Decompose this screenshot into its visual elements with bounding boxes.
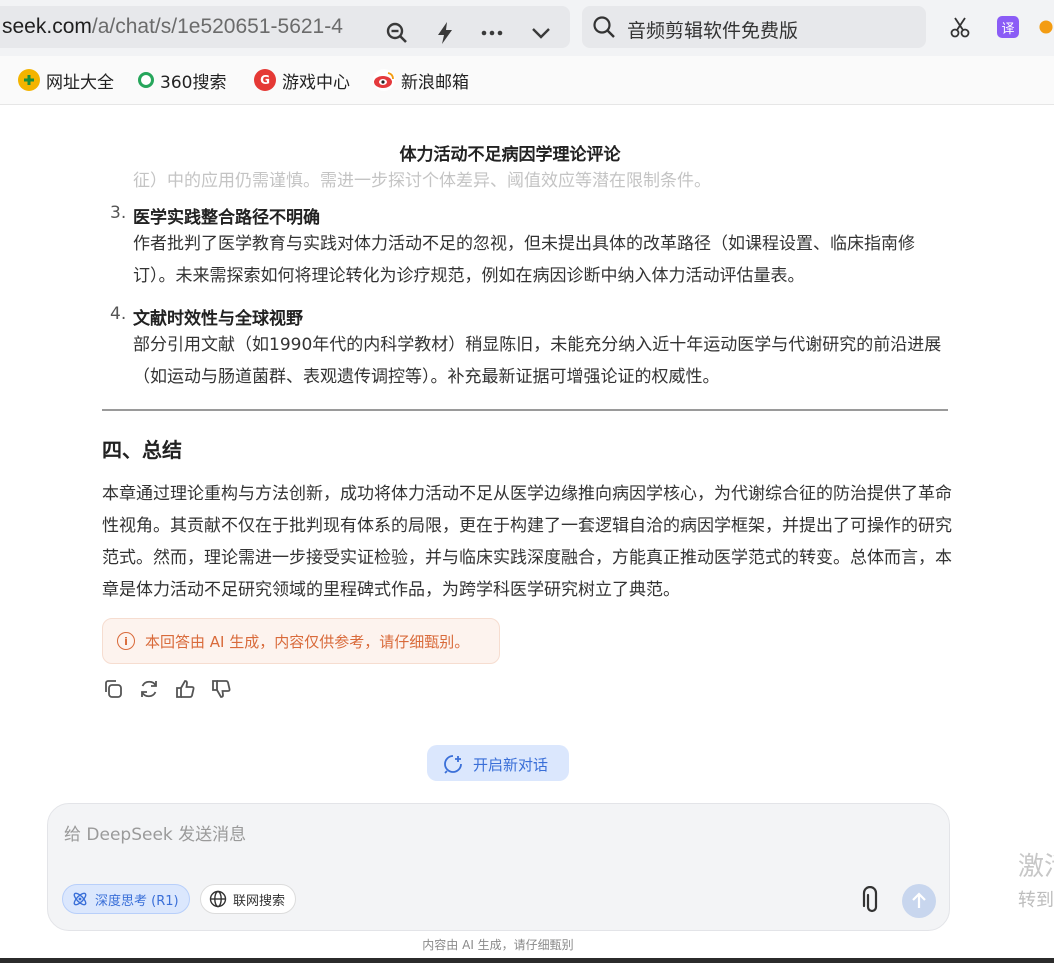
browser-search-box[interactable]: 音频剪辑软件免费版 (582, 6, 926, 48)
thumbs-up-icon[interactable] (174, 678, 198, 702)
bookmark-item[interactable]: 网址大全 (18, 68, 114, 93)
zoom-icon[interactable] (380, 14, 414, 52)
summary-paragraph: 本章通过理论重构与方法创新，成功将体力活动不足从医学边缘推向病因学核心，为代谢综… (102, 484, 952, 600)
windows-activation-subtext: 转到 (1018, 890, 1054, 911)
ai-notice-text: 本回答由 AI 生成，内容仅供参考，请仔细甄别。 (145, 633, 470, 651)
atom-icon (73, 892, 87, 906)
chevron-down-icon[interactable] (524, 14, 558, 52)
plus-circle-icon (18, 69, 40, 91)
arrow-up-icon (912, 892, 926, 908)
message-composer[interactable]: 给 DeepSeek 发送消息 深度思考 (R1) 联网搜索 (47, 803, 950, 931)
search-query[interactable]: 音频剪辑软件免费版 (627, 16, 798, 43)
web-search-label: 联网搜索 (233, 893, 286, 909)
list-item-body: 作者批判了医学教育与实践对体力活动不足的忽视，但未提出具体的改革路径（如课程设置… (133, 234, 915, 286)
bookmark-item[interactable]: 新浪邮箱 (373, 68, 469, 93)
bookmarks-bar: 网址大全 360搜索 G 游戏中心 新浪邮箱 (0, 56, 1054, 105)
copy-icon[interactable] (102, 678, 126, 702)
ring-icon (138, 72, 154, 88)
regenerate-icon[interactable] (138, 678, 162, 702)
search-icon (592, 15, 616, 39)
info-icon: i (117, 632, 135, 650)
more-icon[interactable] (475, 14, 509, 52)
bookmark-item[interactable]: G 游戏中心 (254, 68, 350, 93)
address-bar[interactable]: seek.com/a/chat/s/1e520651-5621-4 (0, 6, 570, 48)
lightning-icon[interactable] (428, 14, 462, 52)
new-chat-button[interactable]: 开启新对话 (427, 745, 569, 781)
weibo-eye-icon (373, 69, 395, 91)
list-item-heading: 文献时效性与全球视野 (133, 309, 303, 329)
deep-think-label: 深度思考 (R1) (95, 893, 179, 909)
extension-icon[interactable] (1038, 10, 1054, 44)
doc-title: 体力活动不足病因学理论评论 (399, 145, 621, 165)
divider (102, 409, 948, 411)
window-bottom-edge (0, 958, 1054, 963)
footer-note: 内容由 AI 生成，请仔细甄别 (422, 938, 574, 952)
section-heading: 四、总结 (102, 438, 182, 462)
translate-icon: 译 (997, 16, 1019, 38)
scissors-icon[interactable] (945, 10, 975, 44)
thumbs-down-icon[interactable] (210, 678, 234, 702)
address-url[interactable]: seek.com/a/chat/s/1e520651-5621-4 (2, 15, 372, 39)
ai-notice: i 本回答由 AI 生成，内容仅供参考，请仔细甄别。 (102, 618, 500, 664)
translate-button[interactable]: 译 (993, 10, 1023, 44)
browser-toolbar: seek.com/a/chat/s/1e520651-5621-4 音频剪辑软件… (0, 0, 1054, 56)
list-item-heading: 医学实践整合路径不明确 (133, 208, 320, 228)
list-item-body: 部分引用文献（如1990年代的内科学教材）稍显陈旧，未能充分纳入近十年运动医学与… (133, 335, 942, 387)
bookmark-item[interactable]: 360搜索 (138, 68, 226, 93)
attach-icon[interactable] (858, 885, 884, 914)
message-input[interactable]: 给 DeepSeek 发送消息 (64, 820, 246, 845)
windows-activation-text: 激活 (1018, 852, 1054, 882)
list-number: 3. (110, 203, 127, 223)
new-chat-icon (444, 755, 462, 774)
deep-think-toggle[interactable]: 深度思考 (R1) (62, 884, 190, 914)
faded-text-line: 征）中的应用仍需谨慎。需进一步探讨个体差异、阈值效应等潜在限制条件。 (133, 171, 711, 191)
globe-icon (209, 890, 227, 908)
new-chat-label: 开启新对话 (473, 756, 549, 774)
list-number: 4. (110, 304, 127, 324)
game-icon: G (254, 69, 276, 91)
web-search-toggle[interactable]: 联网搜索 (200, 884, 297, 914)
send-button[interactable] (902, 884, 936, 918)
